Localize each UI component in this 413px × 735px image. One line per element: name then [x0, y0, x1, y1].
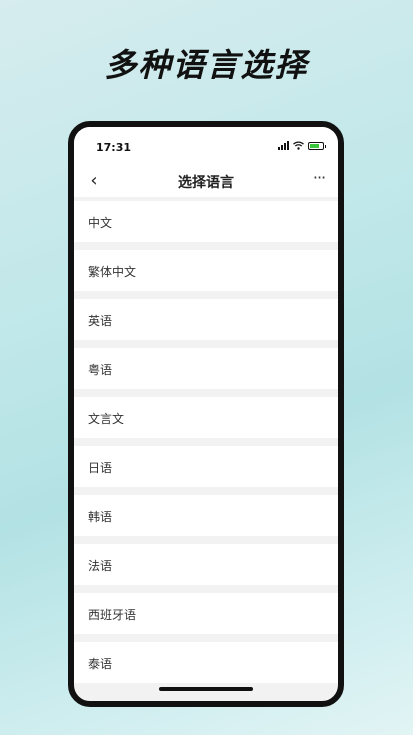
- more-icon: ···: [312, 168, 326, 187]
- language-item[interactable]: 韩语: [74, 495, 338, 536]
- battery-icon: [308, 141, 326, 150]
- language-label: 文言文: [88, 412, 125, 426]
- status-bar: 17:31: [74, 127, 338, 167]
- language-label: 粤语: [88, 363, 113, 377]
- language-item[interactable]: 中文: [74, 201, 338, 242]
- language-item[interactable]: 西班牙语: [74, 593, 338, 634]
- home-indicator: [159, 687, 253, 691]
- language-label: 法语: [88, 559, 113, 573]
- language-label: 韩语: [88, 510, 113, 524]
- language-item[interactable]: 粤语: [74, 348, 338, 389]
- language-item[interactable]: 法语: [74, 544, 338, 585]
- status-icons: [278, 141, 326, 150]
- wifi-icon: [293, 141, 304, 150]
- language-item[interactable]: 文言文: [74, 397, 338, 438]
- language-label: 英语: [88, 314, 113, 328]
- language-item[interactable]: 繁体中文: [74, 250, 338, 291]
- phone-frame: 17:31 ‹ 选择语言 ··· 中文 繁体中文 英语 粤语 文言文 日语 韩语: [68, 121, 344, 707]
- language-list: 中文 繁体中文 英语 粤语 文言文 日语 韩语 法语 西班牙语 泰语: [74, 201, 338, 691]
- language-label: 西班牙语: [88, 608, 137, 622]
- more-button[interactable]: ···: [308, 169, 330, 191]
- language-item[interactable]: 日语: [74, 446, 338, 487]
- status-time: 17:31: [96, 141, 132, 154]
- nav-bar: ‹ 选择语言 ···: [74, 167, 338, 197]
- language-label: 日语: [88, 461, 113, 475]
- signal-icon: [278, 141, 289, 150]
- language-item[interactable]: 英语: [74, 299, 338, 340]
- language-label: 繁体中文: [88, 265, 137, 279]
- language-label: 中文: [88, 216, 113, 230]
- language-item[interactable]: 泰语: [74, 642, 338, 683]
- language-label: 泰语: [88, 657, 113, 671]
- page-title: 选择语言: [178, 175, 234, 191]
- promo-title: 多种语言选择: [104, 46, 309, 84]
